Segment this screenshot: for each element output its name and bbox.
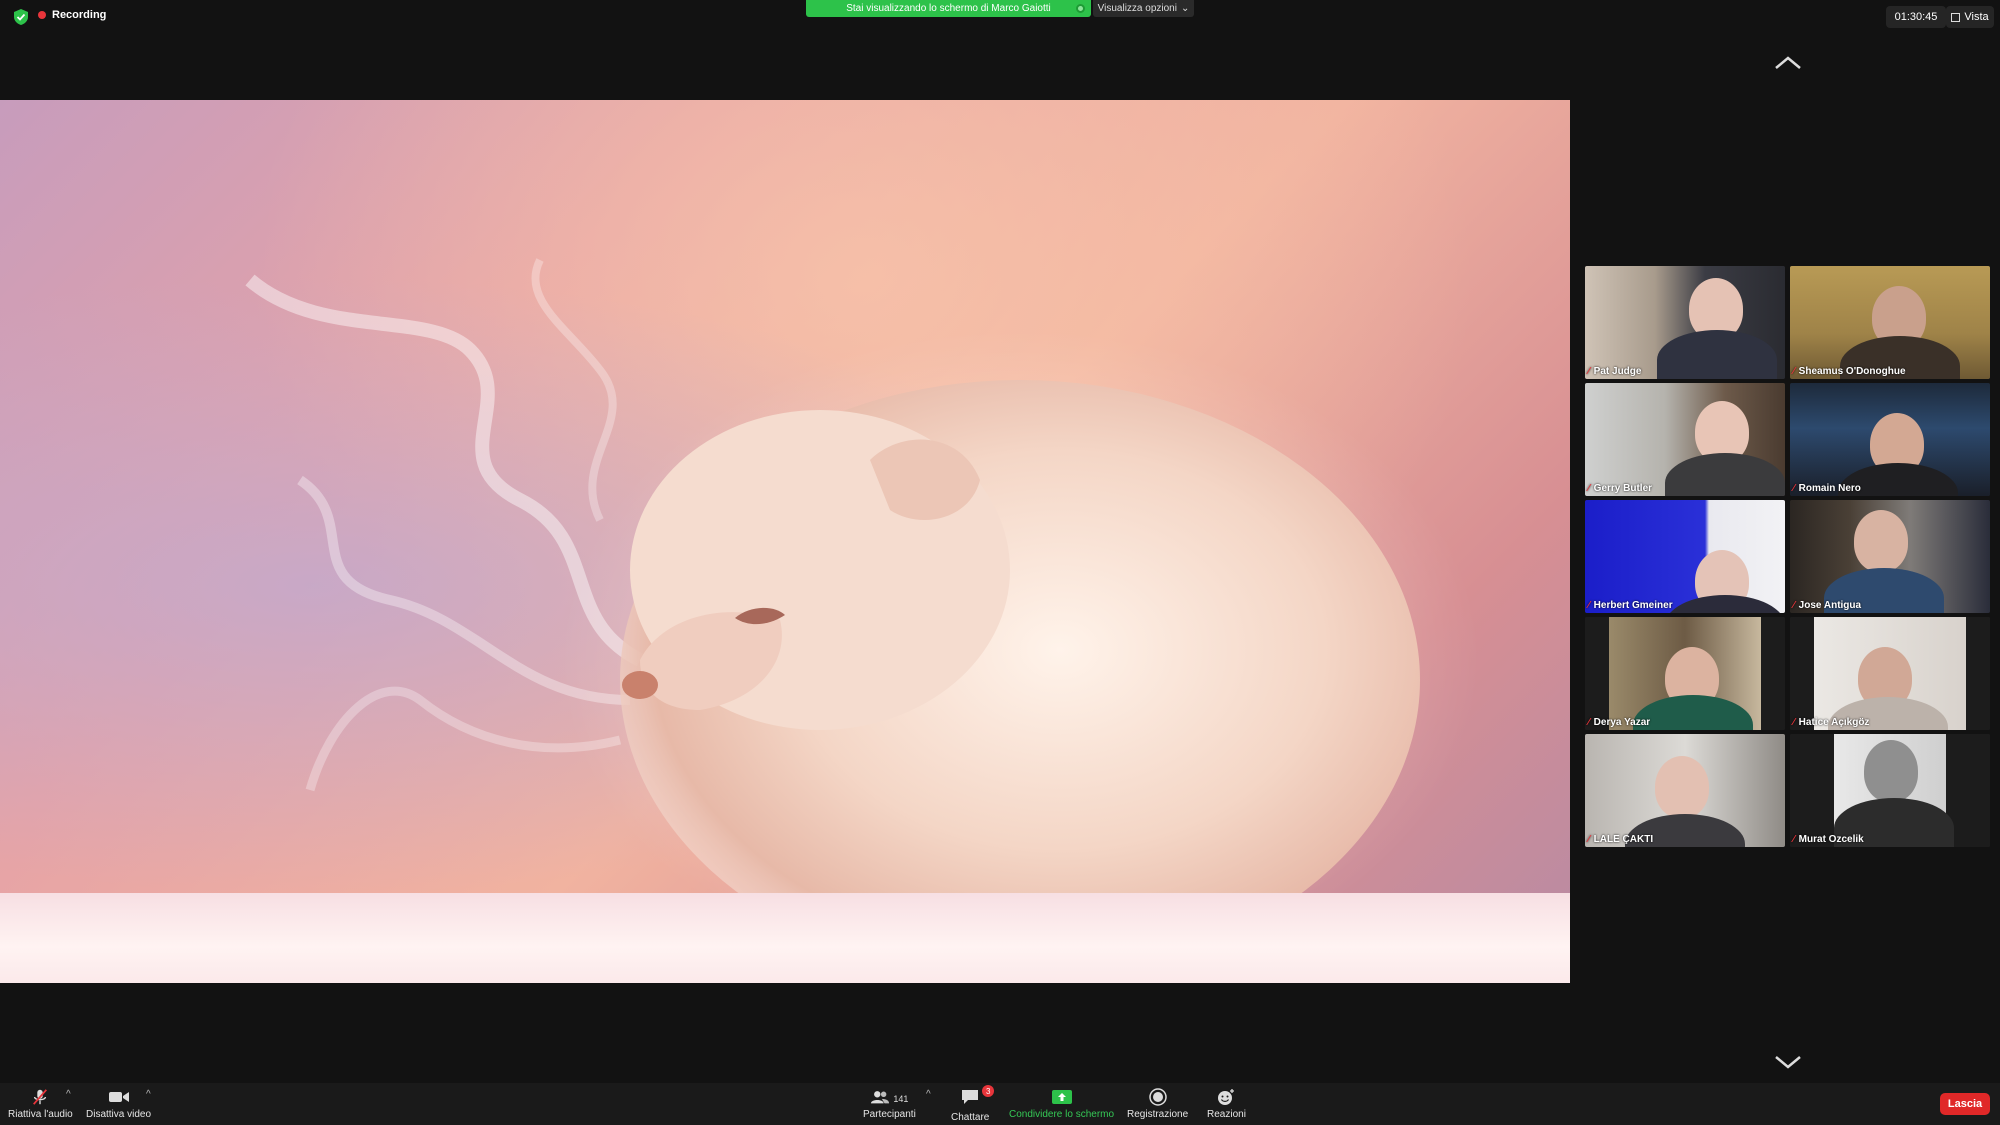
- mic-muted-icon: ⁄: [1793, 717, 1795, 728]
- microphone-muted-icon: [33, 1089, 48, 1105]
- participant-tile[interactable]: ⁄ Herbert Gmeiner: [1585, 500, 1785, 613]
- gallery-view-icon: [1951, 12, 1961, 22]
- participant-tile[interactable]: ⁄ Pat Judge: [1585, 266, 1785, 379]
- arctic-fox-image: [245, 258, 1480, 983]
- participant-name: Gerry Butler: [1593, 483, 1653, 494]
- record-icon: [1148, 1088, 1167, 1106]
- chat-button[interactable]: 3 Chattare: [951, 1085, 995, 1123]
- participant-tile[interactable]: ⁄ Sheamus O'Donoghue: [1790, 266, 1990, 379]
- participant-tile[interactable]: ⁄ Hatice Açıkgöz: [1790, 617, 1990, 730]
- chevron-down-icon: ⌄: [1180, 3, 1190, 14]
- mic-muted-icon: ⁄: [1588, 600, 1590, 611]
- view-options-label: Visualizza opzioni: [1097, 3, 1177, 14]
- participant-tile[interactable]: ⁄ Romain Nero: [1790, 383, 1990, 496]
- view-button[interactable]: Vista: [1946, 6, 1994, 28]
- leave-meeting-button[interactable]: Lascia: [1940, 1093, 1990, 1115]
- reactions-label: Reazioni: [1207, 1109, 1246, 1120]
- top-bar: Recording Stai visualizzando lo schermo …: [0, 0, 2000, 32]
- reactions-smiley-icon: [1218, 1089, 1235, 1105]
- shared-screen: [0, 100, 1570, 983]
- chat-label: Chattare: [951, 1112, 990, 1123]
- participant-name: Pat Judge: [1593, 366, 1642, 377]
- snow-ground: [0, 893, 1570, 983]
- participants-icon: [871, 1091, 890, 1104]
- video-camera-icon: [108, 1092, 129, 1102]
- share-screen-button[interactable]: Condividere lo schermo: [1009, 1088, 1114, 1120]
- view-button-label: Vista: [1964, 11, 1989, 23]
- scroll-up-icon[interactable]: [1773, 54, 1803, 72]
- recording-indicator[interactable]: Recording: [38, 9, 106, 21]
- mic-muted-icon: ⁄: [1588, 366, 1590, 377]
- participant-name: Herbert Gmeiner: [1593, 600, 1673, 611]
- record-button[interactable]: Registrazione: [1127, 1088, 1188, 1120]
- participant-name: LALE ÇAKTI: [1593, 834, 1654, 845]
- scroll-down-icon[interactable]: [1773, 1053, 1803, 1071]
- meeting-toolbar: Riattiva l'audio ^ Disattiva video ^ 141…: [0, 1083, 2000, 1125]
- participants-count: 141: [893, 1093, 909, 1104]
- participant-name: Jose Antigua: [1798, 600, 1862, 611]
- participant-tile[interactable]: ⁄ Murat Ozcelik: [1790, 734, 1990, 847]
- stop-video-button[interactable]: Disattiva video: [86, 1088, 151, 1120]
- participant-name: Murat Ozcelik: [1798, 834, 1864, 845]
- mic-muted-icon: ⁄: [1793, 366, 1795, 377]
- reactions-button[interactable]: Reazioni: [1207, 1088, 1246, 1120]
- record-label: Registrazione: [1127, 1109, 1189, 1120]
- mic-muted-icon: ⁄: [1793, 834, 1795, 845]
- security-shield-icon[interactable]: [12, 8, 30, 26]
- unmute-audio-label: Riattiva l'audio: [8, 1109, 73, 1120]
- unmute-audio-button[interactable]: Riattiva l'audio: [8, 1088, 73, 1120]
- mic-muted-icon: ⁄: [1588, 483, 1590, 494]
- share-screen-label: Condividere lo schermo: [1009, 1109, 1115, 1120]
- audio-options-chevron-icon[interactable]: ^: [66, 1089, 71, 1100]
- participants-options-chevron-icon[interactable]: ^: [926, 1089, 931, 1100]
- participant-name: Derya Yazar: [1593, 717, 1651, 728]
- mic-muted-icon: ⁄: [1793, 483, 1795, 494]
- mic-muted-icon: ⁄: [1588, 717, 1590, 728]
- mic-muted-icon: ⁄: [1793, 600, 1795, 611]
- participant-tile[interactable]: ⁄ Gerry Butler: [1585, 383, 1785, 496]
- participant-tile[interactable]: ⁄ Jose Antigua: [1790, 500, 1990, 613]
- share-banner-text: Stai visualizzando lo schermo di Marco G…: [846, 3, 1051, 14]
- view-options-dropdown[interactable]: Visualizza opzioni ⌄: [1093, 0, 1194, 17]
- participant-tile[interactable]: ⁄ Derya Yazar: [1585, 617, 1785, 730]
- participant-name: Romain Nero: [1798, 483, 1861, 494]
- chat-bubble-icon: [962, 1090, 979, 1104]
- stop-video-label: Disattiva video: [86, 1109, 152, 1120]
- recording-dot-icon: [38, 11, 46, 19]
- share-screen-icon: [1051, 1090, 1072, 1104]
- video-options-chevron-icon[interactable]: ^: [146, 1089, 151, 1100]
- screen-share-banner: Stai visualizzando lo schermo di Marco G…: [806, 0, 1091, 17]
- participants-button[interactable]: 141 Partecipanti: [863, 1088, 916, 1120]
- participant-tile[interactable]: ⁄ LALE ÇAKTI: [1585, 734, 1785, 847]
- recording-label: Recording: [52, 9, 107, 21]
- participants-label: Partecipanti: [863, 1109, 916, 1120]
- meeting-timer: 01:30:45: [1886, 6, 1946, 28]
- participant-name: Hatice Açıkgöz: [1798, 717, 1870, 728]
- participant-name: Sheamus O'Donoghue: [1798, 366, 1906, 377]
- share-status-icon: [1076, 4, 1085, 13]
- chat-unread-badge: 3: [982, 1085, 995, 1097]
- mic-muted-icon: ⁄: [1588, 834, 1590, 845]
